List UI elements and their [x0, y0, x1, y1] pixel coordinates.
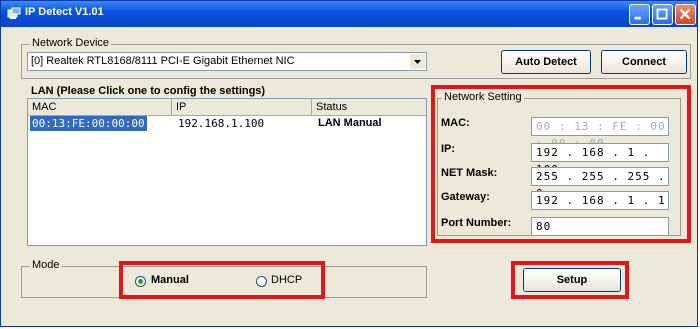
mode-highlight: [119, 261, 325, 299]
minimize-button[interactable]: [629, 4, 650, 25]
app-window: IP Detect V1.01 Network Device [0] Realt…: [0, 0, 698, 327]
window-title: IP Detect V1.01: [25, 6, 104, 18]
close-button[interactable]: [675, 4, 696, 25]
network-device-value: [0] Realtek RTL8168/8111 PCI-E Gigabit E…: [31, 55, 295, 67]
row-mac: 00:13:FE:00:00:00: [30, 116, 147, 131]
close-icon: [679, 8, 691, 20]
list-header: MAC IP Status: [28, 99, 426, 116]
column-header-status[interactable]: Status: [312, 99, 426, 115]
setup-highlight: [511, 261, 629, 299]
lan-device-list[interactable]: MAC IP Status 00:13:FE:00:00:00 192.168.…: [27, 98, 427, 246]
auto-detect-button[interactable]: Auto Detect: [501, 50, 591, 74]
lan-list-label: LAN (Please Click one to config the sett…: [31, 85, 266, 97]
network-device-legend: Network Device: [30, 37, 112, 49]
title-bar[interactable]: IP Detect V1.01: [1, 1, 697, 27]
mode-legend: Mode: [30, 259, 62, 271]
column-header-ip[interactable]: IP: [172, 99, 312, 115]
maximize-icon: [656, 8, 668, 20]
dropdown-button[interactable]: [410, 54, 425, 69]
app-icon: [7, 7, 21, 19]
row-status: LAN Manual: [318, 117, 382, 129]
column-header-mac[interactable]: MAC: [28, 99, 172, 115]
maximize-button[interactable]: [652, 4, 673, 25]
minimize-icon: [634, 16, 641, 20]
network-device-select[interactable]: [0] Realtek RTL8168/8111 PCI-E Gigabit E…: [27, 52, 427, 71]
chevron-down-icon: [414, 60, 421, 64]
network-setting-highlight: [431, 85, 691, 243]
connect-button[interactable]: Connect: [601, 50, 687, 74]
row-ip: 192.168.1.100: [178, 117, 265, 130]
